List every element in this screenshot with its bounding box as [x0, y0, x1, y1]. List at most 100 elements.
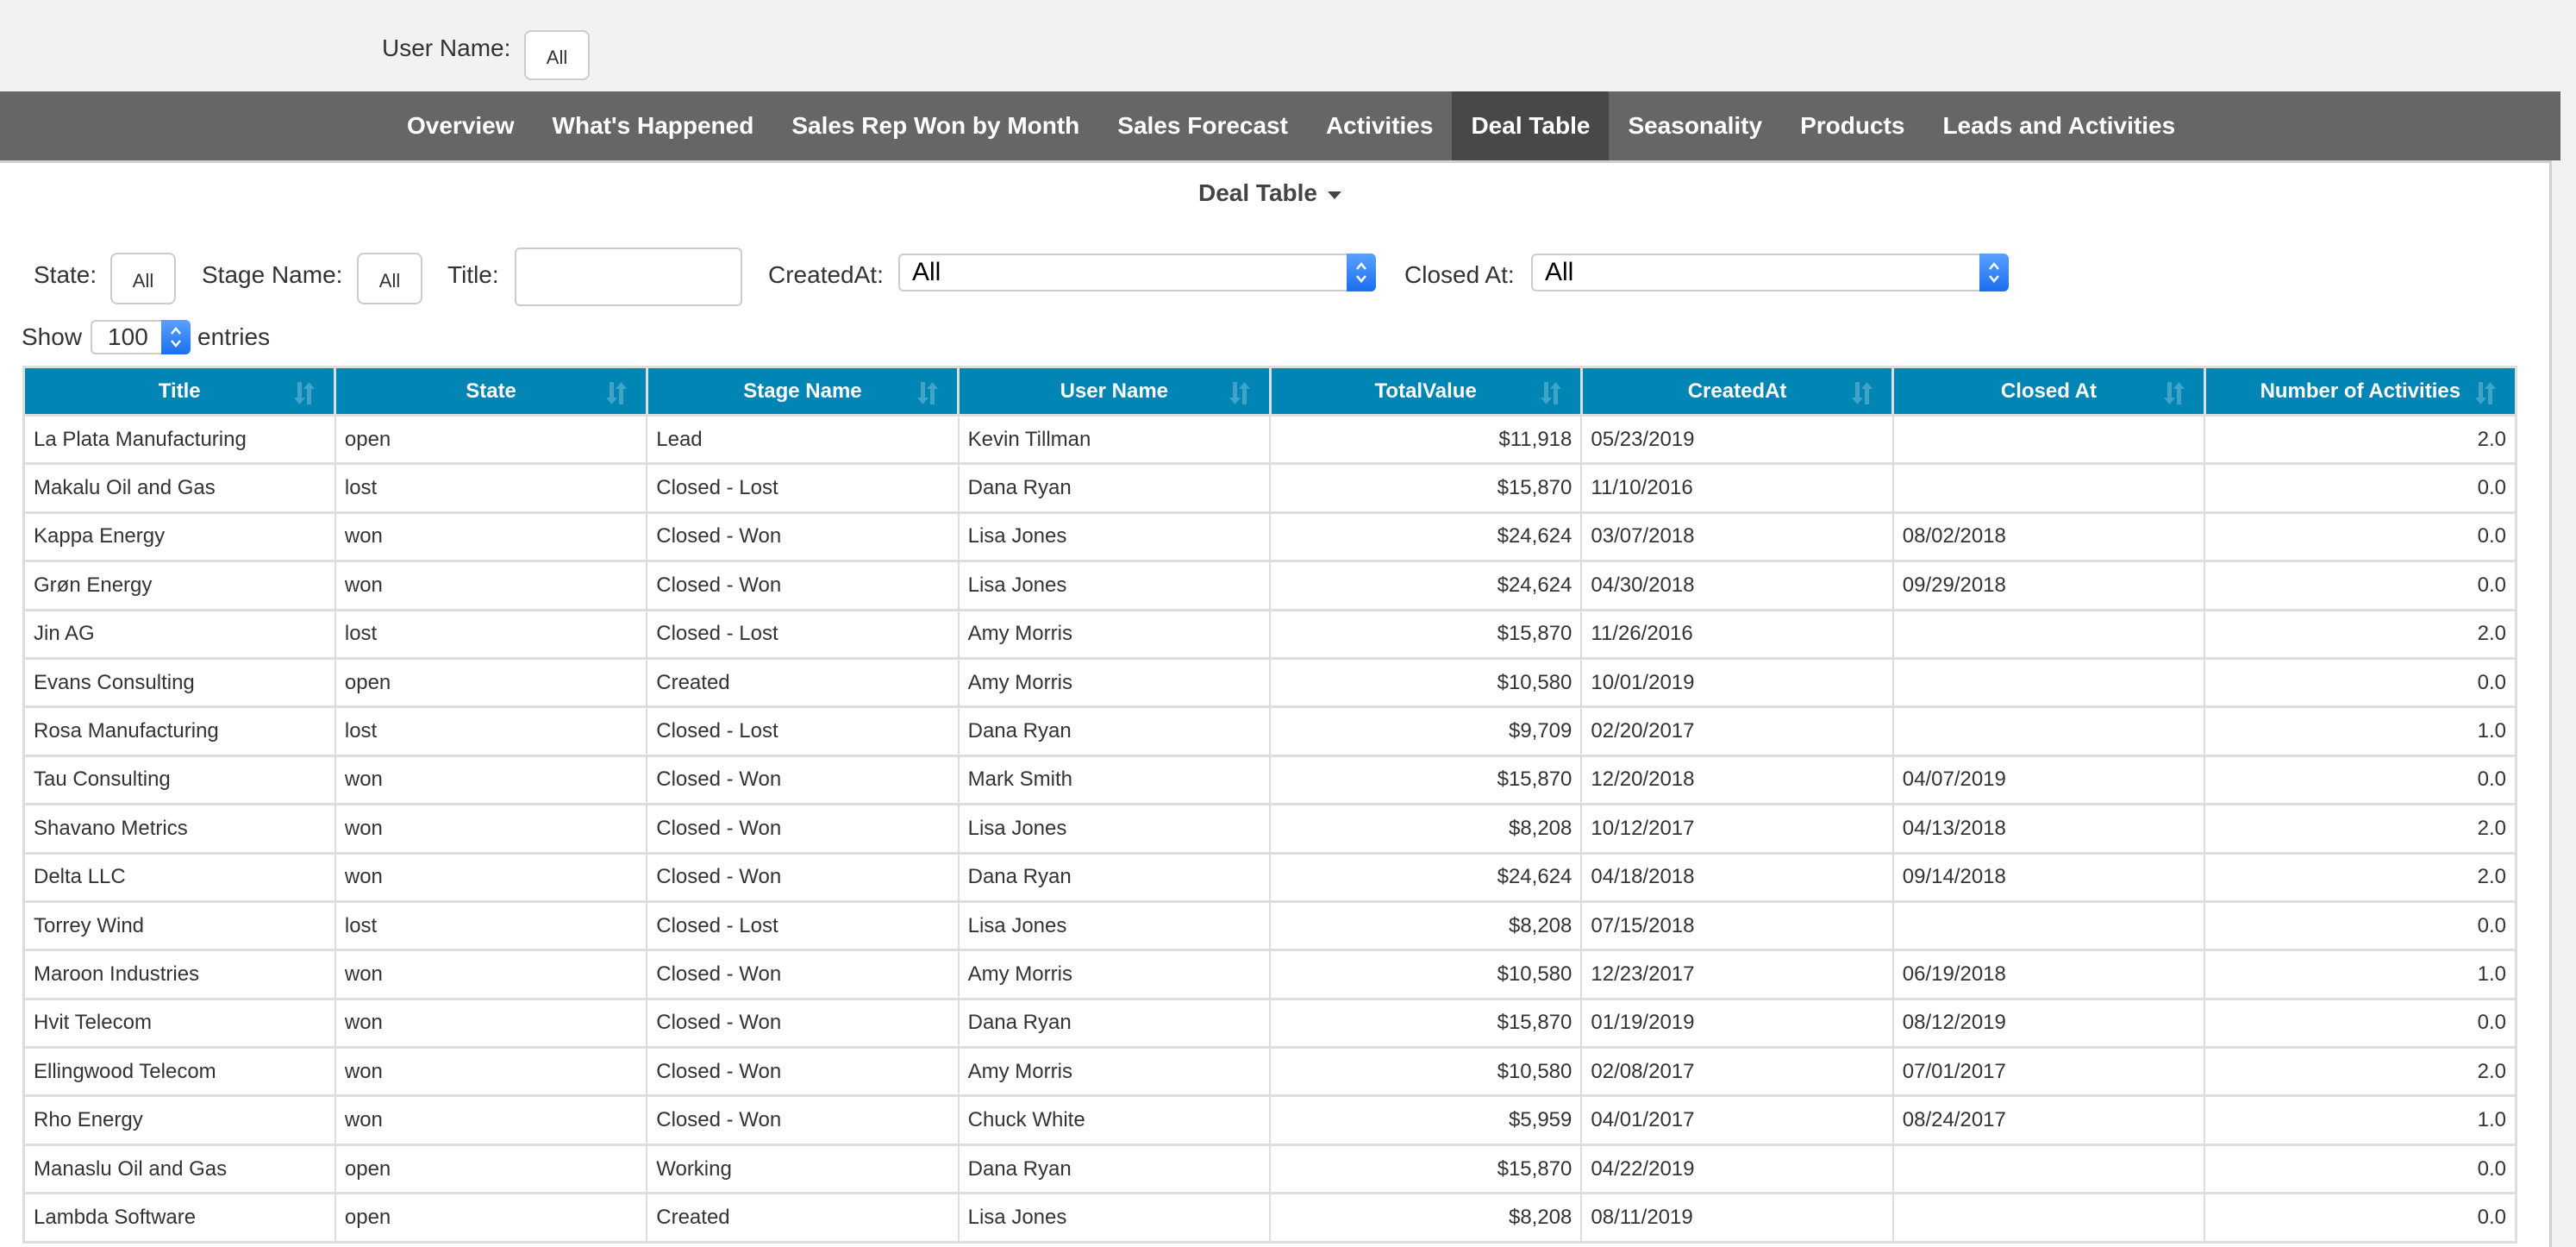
column-header-label: CreatedAt: [1687, 379, 1787, 403]
column-header-label: Stage Name: [743, 379, 862, 403]
column-header-stage-name[interactable]: Stage Name: [647, 367, 960, 416]
column-header-number-of-activities[interactable]: Number of Activities: [2204, 367, 2517, 416]
tab-products[interactable]: Products: [1781, 91, 1923, 160]
cell-number-of-activities: 0.0: [2204, 656, 2517, 707]
table-row[interactable]: Torrey Wind lost Closed - Lost Lisa Jones $8…: [23, 899, 2517, 950]
cell-closed-at: 04/07/2019: [1892, 754, 2206, 805]
cell-state: lost: [335, 705, 648, 756]
cell-stage-name: Closed - Lost: [647, 462, 960, 513]
cell-state: lost: [335, 899, 648, 950]
cell-state: won: [335, 949, 648, 999]
column-header-state[interactable]: State: [335, 367, 648, 416]
page-title-dropdown[interactable]: Deal Table: [1198, 179, 1341, 207]
tab-overview[interactable]: Overview: [388, 91, 534, 160]
cell-closed-at: 08/12/2019: [1892, 997, 2206, 1048]
cell-stage-name: Closed - Won: [647, 997, 960, 1048]
cell-user-name: Kevin Tillman: [958, 413, 1272, 464]
column-header-createdat[interactable]: CreatedAt: [1581, 367, 1895, 416]
tab-sales-rep-won-by-month[interactable]: Sales Rep Won by Month: [772, 91, 1098, 160]
cell-title: Makalu Oil and Gas: [23, 462, 336, 513]
cell-stage-name: Closed - Lost: [647, 608, 960, 659]
table-row[interactable]: La Plata Manufacturing open Lead Kevin Till…: [23, 413, 2517, 464]
cell-closed-at: [1892, 1143, 2206, 1194]
page-length-value: 100: [108, 323, 148, 350]
column-header-closed-at[interactable]: Closed At: [1892, 367, 2206, 416]
cell-createdat: 04/30/2018: [1581, 560, 1894, 611]
cell-stage-name: Created: [647, 656, 960, 707]
table-row[interactable]: Rho Energy won Closed - Won Chuck White $5,9…: [23, 1094, 2517, 1145]
table-row[interactable]: Hvit Telecom won Closed - Won Dana Ryan $15,…: [23, 997, 2517, 1048]
cell-totalvalue: $15,870: [1270, 1143, 1583, 1194]
tab-activities[interactable]: Activities: [1307, 91, 1453, 160]
title-filter-input[interactable]: [515, 248, 742, 306]
tab-leads-and-activities[interactable]: Leads and Activities: [1923, 91, 2194, 160]
sort-icon: [2475, 380, 2498, 412]
closed-at-filter-label: Closed At:: [1404, 261, 1515, 288]
table-row[interactable]: Lambda Software open Created Lisa Jones $8,2…: [23, 1192, 2517, 1243]
cell-createdat: 11/26/2016: [1581, 608, 1894, 659]
cell-user-name: Dana Ryan: [958, 462, 1272, 513]
user-name-label: User Name:: [382, 34, 511, 61]
table-row[interactable]: Grøn Energy won Closed - Won Lisa Jones $24,…: [23, 560, 2517, 611]
closed-at-select[interactable]: All: [1531, 254, 2009, 291]
cell-user-name: Lisa Jones: [958, 560, 1272, 611]
stage-name-filter-button[interactable]: All: [357, 253, 422, 304]
table-row[interactable]: Manaslu Oil and Gas open Working Dana Ryan $…: [23, 1143, 2517, 1194]
tab-seasonality[interactable]: Seasonality: [1609, 91, 1781, 160]
cell-number-of-activities: 0.0: [2204, 899, 2517, 950]
table-row[interactable]: Rosa Manufacturing lost Closed - Lost Dana …: [23, 705, 2517, 756]
column-header-user-name[interactable]: User Name: [958, 367, 1272, 416]
cell-closed-at: 08/02/2018: [1892, 511, 2206, 561]
title-filter-label: Title:: [447, 261, 499, 288]
cell-totalvalue: $15,870: [1270, 462, 1583, 513]
tab-deal-table[interactable]: Deal Table: [1452, 91, 1610, 160]
table-row[interactable]: Delta LLC won Closed - Won Dana Ryan $24,624…: [23, 851, 2517, 902]
cell-totalvalue: $8,208: [1270, 803, 1583, 854]
cell-title: Torrey Wind: [23, 899, 336, 950]
column-header-title[interactable]: Title: [23, 367, 337, 416]
cell-createdat: 08/11/2019: [1581, 1192, 1894, 1243]
cell-createdat: 02/08/2017: [1581, 1046, 1894, 1096]
table-row[interactable]: Kappa Energy won Closed - Won Lisa Jones $24…: [23, 511, 2517, 561]
cell-totalvalue: $24,624: [1270, 560, 1583, 611]
cell-totalvalue: $10,580: [1270, 1046, 1583, 1096]
page-length-select[interactable]: 100: [91, 320, 191, 354]
sort-icon: [917, 380, 940, 412]
column-header-totalvalue[interactable]: TotalValue: [1270, 367, 1583, 416]
cell-number-of-activities: 0.0: [2204, 560, 2517, 611]
table-row[interactable]: Maroon Industries won Closed - Won Amy Morr…: [23, 949, 2517, 999]
user-name-filter-button[interactable]: All: [524, 30, 590, 80]
cell-createdat: 12/20/2018: [1581, 754, 1894, 805]
cell-title: Jin AG: [23, 608, 336, 659]
cell-title: Rosa Manufacturing: [23, 705, 336, 756]
cell-title: Maroon Industries: [23, 949, 336, 999]
cell-stage-name: Closed - Lost: [647, 705, 960, 756]
tab-sales-forecast[interactable]: Sales Forecast: [1098, 91, 1307, 160]
cell-state: won: [335, 754, 648, 805]
table-row[interactable]: Tau Consulting won Closed - Won Mark Smith $…: [23, 754, 2517, 805]
state-filter-button[interactable]: All: [110, 253, 176, 304]
cell-title: Ellingwood Telecom: [23, 1046, 336, 1096]
cell-number-of-activities: 1.0: [2204, 1094, 2517, 1145]
cell-title: La Plata Manufacturing: [23, 413, 336, 464]
cell-user-name: Dana Ryan: [958, 1143, 1272, 1194]
table-row[interactable]: Evans Consulting open Created Amy Morris $10…: [23, 656, 2517, 707]
table-header-row: Title State Stage Name User Name TotalValue C…: [23, 367, 2517, 416]
cell-number-of-activities: 0.0: [2204, 462, 2517, 513]
created-at-select[interactable]: All: [898, 254, 1376, 291]
tab-what-s-happened[interactable]: What's Happened: [534, 91, 773, 160]
table-row[interactable]: Jin AG lost Closed - Lost Amy Morris $15,870…: [23, 608, 2517, 659]
table-row[interactable]: Shavano Metrics won Closed - Won Lisa Jones…: [23, 803, 2517, 854]
cell-totalvalue: $8,208: [1270, 899, 1583, 950]
cell-user-name: Amy Morris: [958, 608, 1272, 659]
cell-title: Grøn Energy: [23, 560, 336, 611]
column-header-label: Closed At: [2000, 379, 2097, 403]
state-filter-label: State:: [34, 261, 97, 288]
cell-title: Kappa Energy: [23, 511, 336, 561]
cell-totalvalue: $11,918: [1270, 413, 1583, 464]
cell-state: open: [335, 413, 648, 464]
table-row[interactable]: Ellingwood Telecom won Closed - Won Amy Mor…: [23, 1046, 2517, 1096]
nav-tabs: Overview What's Happened Sales Rep Won by …: [388, 91, 2194, 160]
table-row[interactable]: Makalu Oil and Gas lost Closed - Lost Dana …: [23, 462, 2517, 513]
cell-title: Rho Energy: [23, 1094, 336, 1145]
